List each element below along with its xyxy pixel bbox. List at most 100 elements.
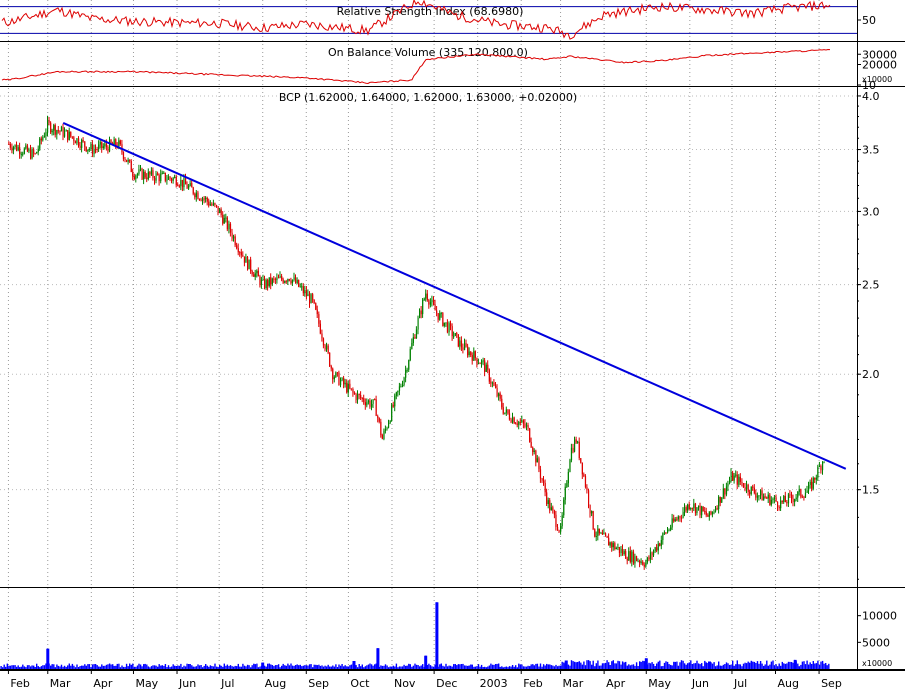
down-candle-body bbox=[529, 428, 531, 442]
volume-bar bbox=[561, 661, 563, 669]
volume-bar bbox=[490, 663, 492, 669]
down-candle-body bbox=[242, 255, 244, 257]
volume-bar bbox=[570, 660, 573, 669]
volume-bar bbox=[583, 661, 585, 669]
volume-bar bbox=[780, 665, 782, 669]
volume-bar bbox=[696, 660, 698, 669]
down-candle-body bbox=[78, 138, 80, 146]
down-candle-body bbox=[434, 304, 436, 311]
volume-bar bbox=[701, 663, 703, 669]
volume-bar bbox=[454, 664, 456, 669]
up-candle-body bbox=[394, 395, 396, 407]
volume-bar bbox=[459, 664, 461, 669]
volume-bar bbox=[755, 663, 757, 669]
volume-bar bbox=[189, 664, 191, 669]
up-candle-body bbox=[817, 466, 819, 478]
volume-bar bbox=[366, 665, 368, 669]
down-candle-body bbox=[288, 279, 290, 281]
volume-bar bbox=[90, 667, 92, 669]
volume-bar bbox=[400, 666, 402, 669]
volume-bar bbox=[105, 664, 108, 669]
up-candle-body bbox=[646, 557, 648, 563]
volume-bar bbox=[668, 664, 670, 669]
volume-bar bbox=[766, 660, 768, 669]
down-candle-body bbox=[820, 465, 822, 471]
down-candle-body bbox=[154, 177, 156, 181]
volume-spike-bar bbox=[376, 648, 380, 669]
down-candle-body bbox=[457, 334, 459, 347]
down-candle-body bbox=[450, 323, 452, 327]
volume-bar bbox=[12, 665, 15, 669]
down-candle-body bbox=[74, 141, 77, 144]
up-candle-body bbox=[485, 364, 487, 372]
volume-bar bbox=[594, 666, 596, 669]
down-candle-body bbox=[535, 450, 537, 463]
volume-bar bbox=[77, 667, 80, 669]
down-candle-body bbox=[546, 492, 548, 504]
down-candle-body bbox=[460, 340, 463, 348]
volume-bar bbox=[63, 665, 66, 669]
up-candle-body bbox=[406, 369, 408, 371]
down-candle-body bbox=[764, 496, 766, 498]
volume-bar bbox=[674, 661, 676, 669]
down-candle-body bbox=[543, 480, 545, 483]
down-candle-body bbox=[710, 511, 712, 515]
up-candle-body bbox=[367, 400, 370, 403]
volume-bar bbox=[184, 666, 187, 669]
volume-bar bbox=[666, 661, 669, 669]
volume-bar bbox=[634, 665, 636, 669]
up-candle-body bbox=[223, 217, 225, 224]
down-candle-body bbox=[378, 417, 380, 422]
volume-bar bbox=[339, 665, 342, 669]
up-candle-body bbox=[291, 279, 294, 284]
volume-bar bbox=[473, 666, 475, 669]
down-candle-body bbox=[329, 352, 331, 367]
volume-bar bbox=[763, 665, 765, 669]
volume-bar bbox=[462, 663, 464, 669]
volume-bar bbox=[736, 660, 738, 669]
volume-bar bbox=[470, 664, 472, 669]
down-candle-body bbox=[322, 338, 325, 346]
volume-bar bbox=[474, 666, 477, 669]
down-candle-body bbox=[522, 420, 525, 424]
up-candle-body bbox=[174, 177, 176, 178]
up-candle-body bbox=[453, 336, 455, 338]
down-candle-body bbox=[67, 130, 69, 140]
down-candle-body bbox=[691, 508, 693, 510]
up-candle-body bbox=[698, 505, 700, 508]
up-candle-body bbox=[787, 494, 790, 504]
down-candle-body bbox=[598, 528, 600, 534]
volume-bar bbox=[370, 664, 373, 669]
down-candle-body bbox=[516, 423, 518, 425]
down-candle-body bbox=[107, 147, 109, 152]
volume-bar bbox=[803, 661, 805, 669]
down-candle-body bbox=[749, 491, 751, 495]
up-candle-body bbox=[45, 132, 47, 137]
volume-bar bbox=[724, 664, 726, 669]
up-candle-body bbox=[395, 392, 397, 396]
down-candle-body bbox=[309, 294, 311, 304]
volume-bar bbox=[691, 664, 694, 669]
down-candle-body bbox=[614, 543, 616, 549]
volume-bar bbox=[518, 663, 520, 669]
volume-bar bbox=[380, 665, 382, 669]
volume-bar bbox=[110, 664, 112, 669]
volume-bar bbox=[101, 664, 103, 669]
volume-bar bbox=[237, 663, 239, 669]
up-candle-body bbox=[521, 420, 523, 423]
volume-bar bbox=[555, 664, 557, 669]
volume-bar bbox=[527, 665, 529, 669]
up-candle-body bbox=[419, 310, 421, 318]
up-candle-body bbox=[180, 179, 182, 186]
volume-bar bbox=[164, 664, 167, 669]
volume-bar bbox=[250, 667, 252, 669]
down-candle-body bbox=[739, 476, 741, 482]
volume-bar bbox=[67, 665, 69, 669]
up-candle-body bbox=[818, 465, 821, 467]
volume-bar bbox=[440, 663, 442, 669]
volume-bar bbox=[307, 665, 309, 669]
volume-bar bbox=[742, 663, 745, 669]
down-candle-body bbox=[716, 508, 718, 510]
down-candle-body bbox=[197, 192, 199, 199]
up-candle-body bbox=[526, 425, 528, 427]
